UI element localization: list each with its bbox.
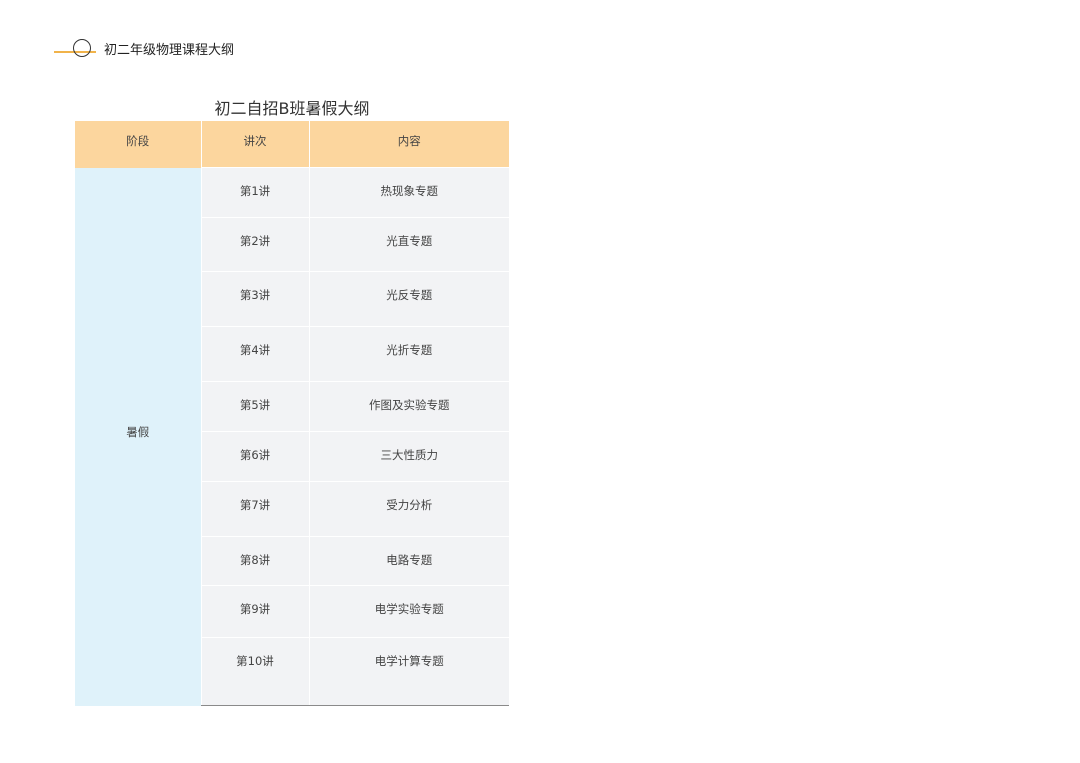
lecture-cell: 第6讲 xyxy=(200,431,309,482)
content-label: 作图及实验专题 xyxy=(369,398,450,412)
lecture-cell: 第2讲 xyxy=(200,217,309,272)
lecture-label: 第9讲 xyxy=(239,602,271,616)
table-row: 暑假 第1讲 热现象专题 xyxy=(75,167,509,706)
lecture-label: 第7讲 xyxy=(239,498,271,512)
lecture-label: 第8讲 xyxy=(239,553,271,567)
column-header-lecture: 讲次 xyxy=(200,121,309,168)
content-cell: 电路专题 xyxy=(308,536,509,586)
page-title: 初二年级物理课程大纲 xyxy=(104,43,235,58)
lecture-label: 第4讲 xyxy=(239,343,271,357)
stage-cell: 暑假 xyxy=(75,167,201,706)
table-header-row: 阶段 讲次 内容 xyxy=(75,121,509,168)
content-cell: 热现象专题 xyxy=(308,167,509,218)
lecture-label: 第3讲 xyxy=(239,288,271,302)
content-label: 电学计算专题 xyxy=(374,654,444,668)
lecture-label: 第1讲 xyxy=(239,184,271,198)
lecture-cell: 第7讲 xyxy=(200,481,309,537)
content-label: 电路专题 xyxy=(386,553,433,567)
lecture-cell: 第9讲 xyxy=(200,585,309,638)
content-cell: 光反专题 xyxy=(308,271,509,327)
content-label: 光直专题 xyxy=(386,234,433,248)
content-cell: 电学实验专题 xyxy=(308,585,509,638)
content-cell: 三大性质力 xyxy=(308,431,509,482)
lecture-cell: 第10讲 xyxy=(200,637,309,706)
lecture-label: 第6讲 xyxy=(239,448,271,462)
lecture-cell: 第3讲 xyxy=(200,271,309,327)
lecture-label: 第2讲 xyxy=(239,234,271,248)
content-cell: 光直专题 xyxy=(308,217,509,272)
column-header-stage: 阶段 xyxy=(75,121,201,168)
syllabus-table: 阶段 讲次 内容 暑假 第1讲 热现象专题 第2讲 光直专题 第3讲 光反专题 … xyxy=(75,121,509,706)
lecture-cell: 第4讲 xyxy=(200,326,309,382)
content-label: 电学实验专题 xyxy=(374,602,444,616)
header-circle-icon xyxy=(73,39,91,57)
content-cell: 光折专题 xyxy=(308,326,509,382)
lecture-cell: 第8讲 xyxy=(200,536,309,586)
content-cell: 作图及实验专题 xyxy=(308,381,509,432)
column-header-content: 内容 xyxy=(308,121,509,168)
content-label: 光反专题 xyxy=(386,288,433,302)
lecture-label: 第5讲 xyxy=(239,398,271,412)
page-header: 初二年级物理课程大纲 xyxy=(54,36,354,60)
content-label: 三大性质力 xyxy=(380,448,439,462)
content-cell: 电学计算专题 xyxy=(308,637,509,706)
content-label: 光折专题 xyxy=(386,343,433,357)
lecture-cell: 第5讲 xyxy=(200,381,309,432)
content-label: 热现象专题 xyxy=(380,184,439,198)
lecture-cell: 第1讲 xyxy=(200,167,309,218)
lecture-label: 第10讲 xyxy=(236,654,274,668)
table-title: 初二自招B班暑假大纲 xyxy=(214,99,370,118)
content-cell: 受力分析 xyxy=(308,481,509,537)
content-label: 受力分析 xyxy=(386,498,433,512)
